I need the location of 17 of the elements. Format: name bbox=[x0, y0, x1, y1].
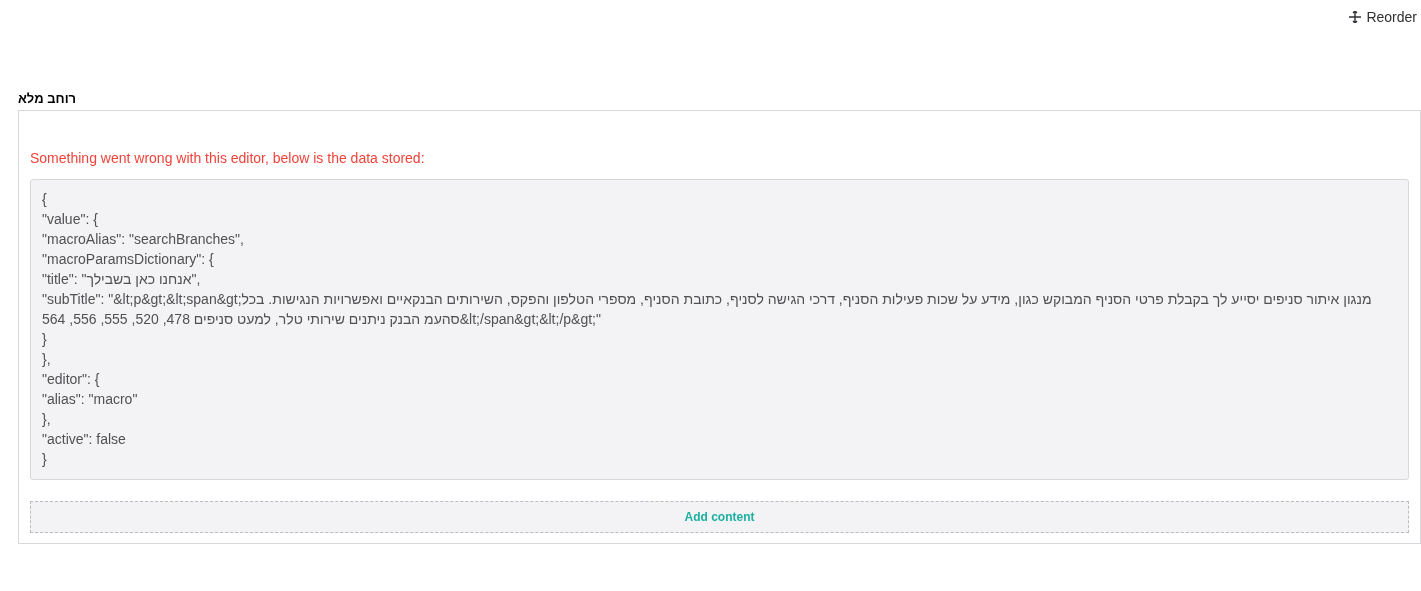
code-line: }, bbox=[42, 410, 52, 429]
code-line: } bbox=[42, 330, 48, 349]
section-title: רוחב מלא bbox=[18, 90, 78, 108]
move-icon bbox=[1349, 11, 1362, 23]
code-line: "editor": { bbox=[42, 370, 101, 389]
reorder-button[interactable]: Reorder bbox=[1349, 9, 1417, 25]
code-line: "macroParamsDictionary": { bbox=[42, 250, 215, 269]
code-line: "macroAlias": "searchBranches", bbox=[42, 230, 245, 249]
code-line: }, bbox=[42, 350, 52, 369]
error-message: Something went wrong with this editor, below is the data stored: bbox=[30, 149, 426, 167]
code-line: } bbox=[42, 450, 48, 469]
code-line: "active": false bbox=[42, 430, 127, 449]
code-line: { bbox=[42, 190, 48, 209]
code-line: "title": "אנחנו כאן בשבילך", bbox=[42, 270, 202, 289]
code-line: "value": { bbox=[42, 210, 99, 229]
code-line: "subTitle": "&lt;p&gt;&lt;span&gt;מנגון איתור סניפים יסייע לך בקבלת פרטי הסניף המבוקש כגון, מידע על שכות פעילות הסניף, דרכי הגישה לסניף, כתובת הסניף, מספרי הטלפון והפקס, השירותים הבנקאיים ואפשרויות הנגישות. בכל סהעמ הבנק ניתנים שירותי טלר, למעט סניפים 478, 520, 555, 556, 564&lt;/span&gt;&lt;/p&gt;" bbox=[42, 290, 1373, 329]
code-line: "alias": "macro" bbox=[42, 390, 139, 409]
